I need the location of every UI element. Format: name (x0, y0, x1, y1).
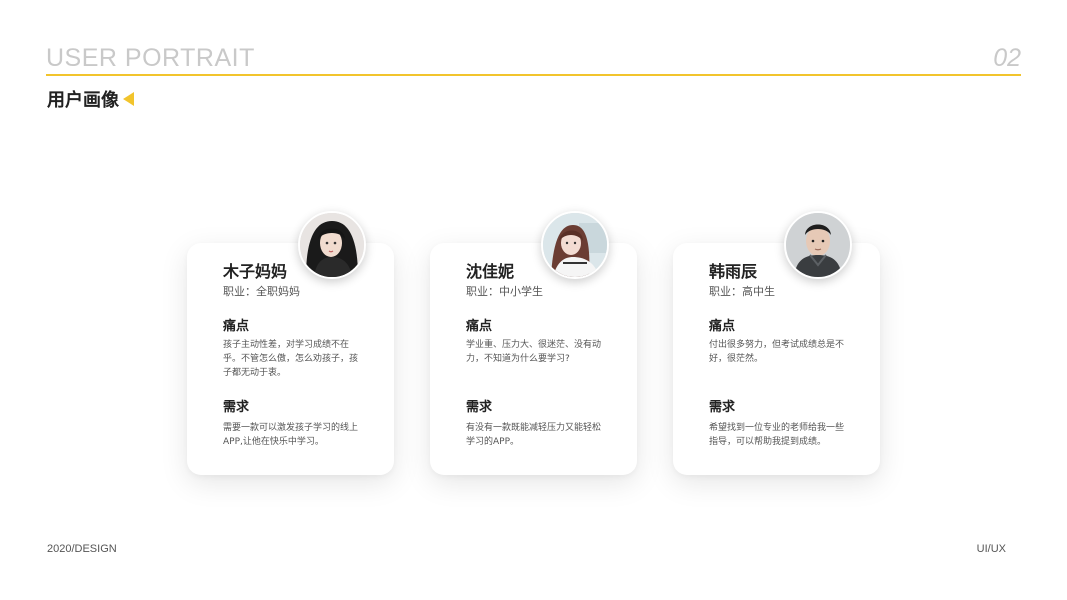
footer-right-label: UI/UX (976, 543, 1006, 555)
pain-point-title: 痛点 (223, 319, 250, 334)
need-text: 有没有一款既能减轻压力又能轻松学习的APP。 (466, 423, 602, 447)
card-content: 木子妈妈 职业：全职妈妈 痛点 孩子主动性差，对学习成绩不在乎。不管怎么傲，怎么… (223, 261, 363, 447)
card-content: 沈佳妮 职业：中小学生 痛点 学业重、压力大、很迷茫、没有动力，不知道为什么要学… (466, 261, 606, 447)
persona-job: 职业：高中生 (709, 285, 775, 298)
slide: USER PORTRAIT 02 用户画像 木子妈妈 职业：全职妈妈 痛点 孩子… (0, 0, 1067, 600)
persona-name: 木子妈妈 (223, 262, 288, 281)
header-title: USER PORTRAIT (46, 44, 255, 72)
pain-point-text: 孩子主动性差，对学习成绩不在乎。不管怎么傲，怎么劝孩子，孩子都无动于衷。 (223, 340, 359, 378)
persona-card-1: 木子妈妈 职业：全职妈妈 痛点 孩子主动性差，对学习成绩不在乎。不管怎么傲，怎么… (187, 211, 394, 475)
pain-point-title: 痛点 (466, 319, 493, 334)
persona-job: 职业：全职妈妈 (223, 285, 300, 298)
subtitle-group: 用户画像 (47, 86, 134, 112)
page-subtitle: 用户画像 (47, 90, 119, 111)
pain-point-title: 痛点 (709, 319, 736, 334)
footer-left-label: 2020/DESIGN (47, 543, 117, 555)
persona-card-2: 沈佳妮 职业：中小学生 痛点 学业重、压力大、很迷茫、没有动力，不知道为什么要学… (430, 211, 637, 475)
persona-card-3: 韩雨辰 职业：高中生 痛点 付出很多努力，但考试成绩总是不好，很茫然。 需求 希… (673, 211, 880, 475)
persona-job: 职业：中小学生 (466, 285, 543, 298)
need-text: 需要一款可以激发孩子学习的线上APP,让他在快乐中学习。 (223, 423, 359, 447)
triangle-arrow-icon (123, 92, 134, 106)
persona-name: 沈佳妮 (466, 262, 515, 281)
header-divider (46, 74, 1021, 76)
need-title: 需求 (223, 400, 250, 415)
pain-point-text: 付出很多努力，但考试成绩总是不好，很茫然。 (709, 340, 845, 364)
pain-point-text: 学业重、压力大、很迷茫、没有动力，不知道为什么要学习? (466, 340, 602, 364)
persona-name: 韩雨辰 (709, 262, 758, 281)
need-text: 希望找到一位专业的老师给我一些指导，可以帮助我提到成绩。 (709, 423, 845, 447)
page-number: 02 (993, 44, 1021, 72)
need-title: 需求 (466, 400, 493, 415)
card-content: 韩雨辰 职业：高中生 痛点 付出很多努力，但考试成绩总是不好，很茫然。 需求 希… (709, 261, 849, 447)
need-title: 需求 (709, 400, 736, 415)
